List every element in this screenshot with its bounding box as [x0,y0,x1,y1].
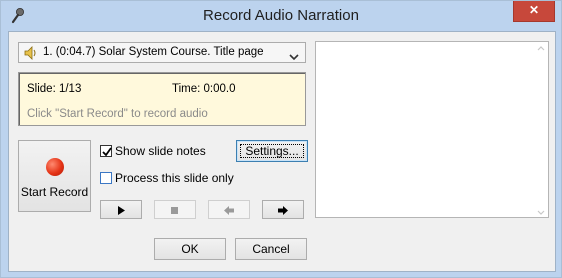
record-icon [46,158,64,176]
ok-button[interactable]: OK [154,238,226,260]
arrow-right-icon [278,206,288,215]
close-button[interactable]: ✕ [513,1,555,22]
record-hint: Click "Start Record" to record audio [27,108,208,120]
title-bar[interactable]: Record Audio Narration ✕ [1,1,561,31]
chevron-down-icon[interactable] [289,50,299,61]
show-notes-checkbox[interactable] [100,145,112,157]
start-record-label: Start Record [20,185,89,199]
play-icon [118,206,125,215]
previous-slide-button[interactable] [208,200,250,219]
start-record-button[interactable]: Start Record [18,140,91,212]
slide-select[interactable]: 1. (0:04.7) Solar System Course. Title p… [18,42,306,63]
slide-select-value: 1. (0:04.7) Solar System Course. Title p… [43,46,264,58]
play-button[interactable] [100,200,142,219]
slide-info-panel: Slide: 1/13 Time: 0:00.0 Click "Start Re… [18,72,306,126]
process-slide-only-checkbox[interactable] [100,172,112,184]
slide-counter: Slide: 1/13 [27,83,82,95]
time-readout: Time: 0:00.0 [172,83,236,95]
arrow-left-icon [224,206,234,215]
settings-button[interactable]: Settings... [236,140,308,162]
show-notes-label[interactable]: Show slide notes [115,144,206,158]
stop-button[interactable] [154,200,196,219]
window-title: Record Audio Narration [203,7,359,24]
speaker-icon [23,45,39,61]
dialog-body: 1. (0:04.7) Solar System Course. Title p… [8,31,556,272]
cancel-button[interactable]: Cancel [235,238,307,260]
notes-scrollbar[interactable] [534,42,548,217]
dialog-window: Record Audio Narration ✕ 1. (0:04.7) Sol… [0,0,562,278]
process-slide-only-label[interactable]: Process this slide only [115,171,234,185]
stop-icon [171,207,178,214]
slide-notes-area[interactable] [315,41,549,218]
next-slide-button[interactable] [262,200,304,219]
